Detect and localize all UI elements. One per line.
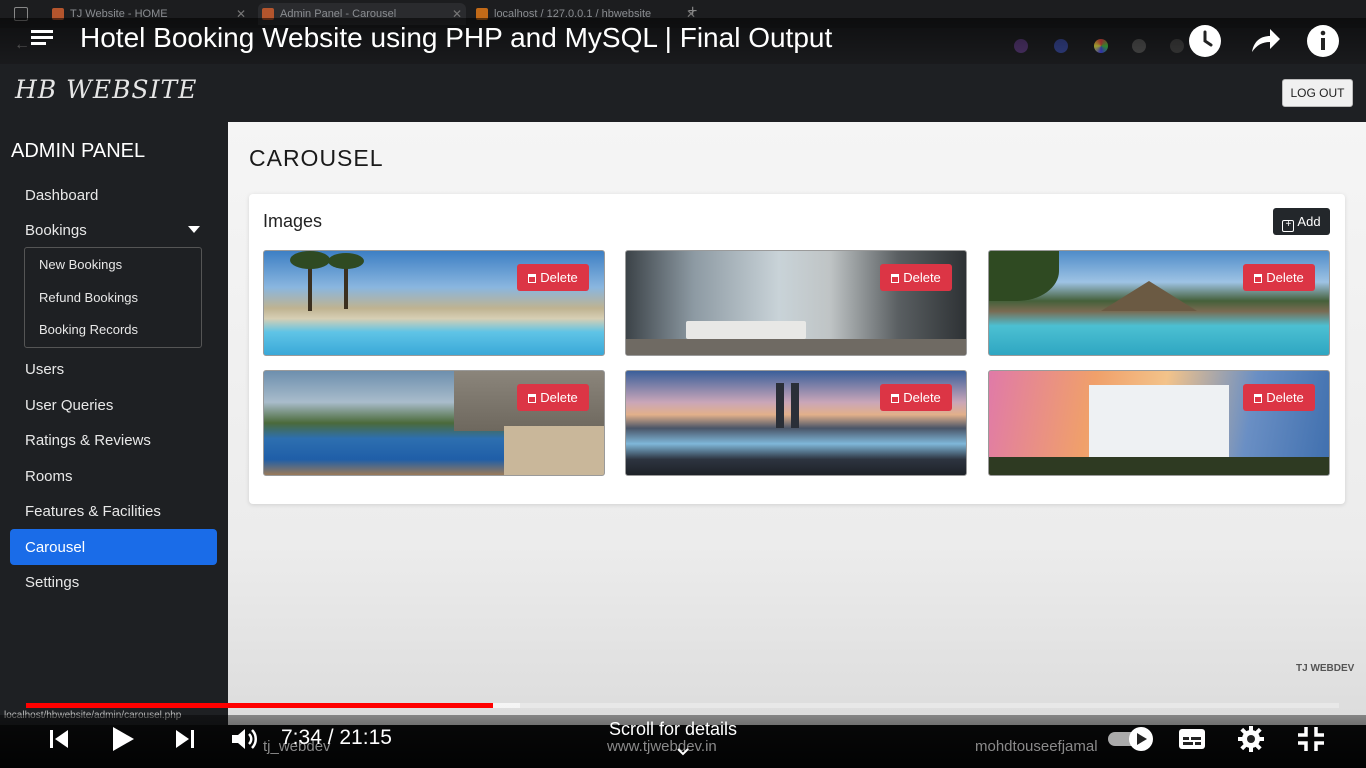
delete-label: Delete xyxy=(903,390,941,405)
trash-icon xyxy=(528,394,537,403)
chevron-down-icon[interactable] xyxy=(188,226,200,233)
time-display: 7:34 / 21:15 xyxy=(281,726,392,749)
subtitles-icon[interactable] xyxy=(1178,728,1206,755)
page-title: CAROUSEL xyxy=(249,145,384,171)
linkedin-watermark: mohdtouseefjamal xyxy=(975,738,1098,755)
settings-icon[interactable] xyxy=(1237,725,1265,758)
add-label: Add xyxy=(1297,214,1321,229)
corner-watermark: TJ WEBDEV xyxy=(1296,663,1355,674)
delete-button[interactable]: Delete xyxy=(517,264,589,291)
menu-icon[interactable] xyxy=(31,30,53,46)
sidebar-heading: ADMIN PANEL xyxy=(11,140,146,162)
trash-icon xyxy=(891,394,900,403)
delete-label: Delete xyxy=(1266,390,1304,405)
trash-icon xyxy=(1254,394,1263,403)
plus-square-icon: + xyxy=(1282,220,1295,232)
site-header xyxy=(0,64,1366,123)
delete-label: Delete xyxy=(903,270,941,285)
scroll-for-details[interactable]: Scroll for details xyxy=(609,719,737,740)
site-brand[interactable]: HB WEBSITE xyxy=(15,75,197,104)
site-watermark: www.tjwebdev.in xyxy=(607,738,717,755)
sidebar-item-settings[interactable]: Settings xyxy=(25,574,79,591)
delete-button[interactable]: Delete xyxy=(1243,384,1315,411)
autoplay-toggle-icon[interactable] xyxy=(1106,726,1156,757)
progress-played xyxy=(26,703,493,708)
sidebar-item-label: Carousel xyxy=(25,539,86,556)
delete-button[interactable]: Delete xyxy=(880,384,952,411)
sidebar-item-bookings[interactable]: Bookings xyxy=(25,222,87,239)
next-icon[interactable] xyxy=(174,728,196,755)
add-image-button[interactable]: + Add xyxy=(1273,208,1330,235)
video-title[interactable]: Hotel Booking Website using PHP and MySQ… xyxy=(80,22,832,54)
chevron-down-icon[interactable] xyxy=(676,744,690,762)
delete-button[interactable]: Delete xyxy=(1243,264,1315,291)
card-title: Images xyxy=(263,211,323,231)
trash-icon xyxy=(1254,274,1263,283)
sidebar-item-ratings-reviews[interactable]: Ratings & Reviews xyxy=(25,432,151,449)
watch-later-icon[interactable] xyxy=(1188,24,1222,58)
delete-label: Delete xyxy=(1266,270,1304,285)
sidebar-item-new-bookings[interactable]: New Bookings xyxy=(39,257,122,272)
volume-icon[interactable] xyxy=(230,726,258,757)
exit-fullscreen-icon[interactable] xyxy=(1297,726,1325,757)
sidebar-item-rooms[interactable]: Rooms xyxy=(25,468,73,485)
sidebar-item-dashboard[interactable]: Dashboard xyxy=(25,187,98,204)
sidebar-item-user-queries[interactable]: User Queries xyxy=(25,397,113,414)
info-icon[interactable] xyxy=(1306,24,1340,58)
sidebar-item-booking-records[interactable]: Booking Records xyxy=(39,322,138,337)
trash-icon xyxy=(891,274,900,283)
admin-sidebar xyxy=(0,122,228,725)
delete-button[interactable]: Delete xyxy=(880,264,952,291)
logout-button[interactable]: LOG OUT xyxy=(1282,79,1353,107)
play-icon[interactable] xyxy=(110,725,136,758)
prev-icon[interactable] xyxy=(48,728,70,755)
delete-button[interactable]: Delete xyxy=(517,384,589,411)
sidebar-item-features-facilities[interactable]: Features & Facilities xyxy=(25,503,161,520)
delete-label: Delete xyxy=(540,390,578,405)
delete-label: Delete xyxy=(540,270,578,285)
trash-icon xyxy=(528,274,537,283)
sidebar-item-refund-bookings[interactable]: Refund Bookings xyxy=(39,290,138,305)
sidebar-item-users[interactable]: Users xyxy=(25,361,64,378)
share-icon[interactable] xyxy=(1248,24,1282,58)
